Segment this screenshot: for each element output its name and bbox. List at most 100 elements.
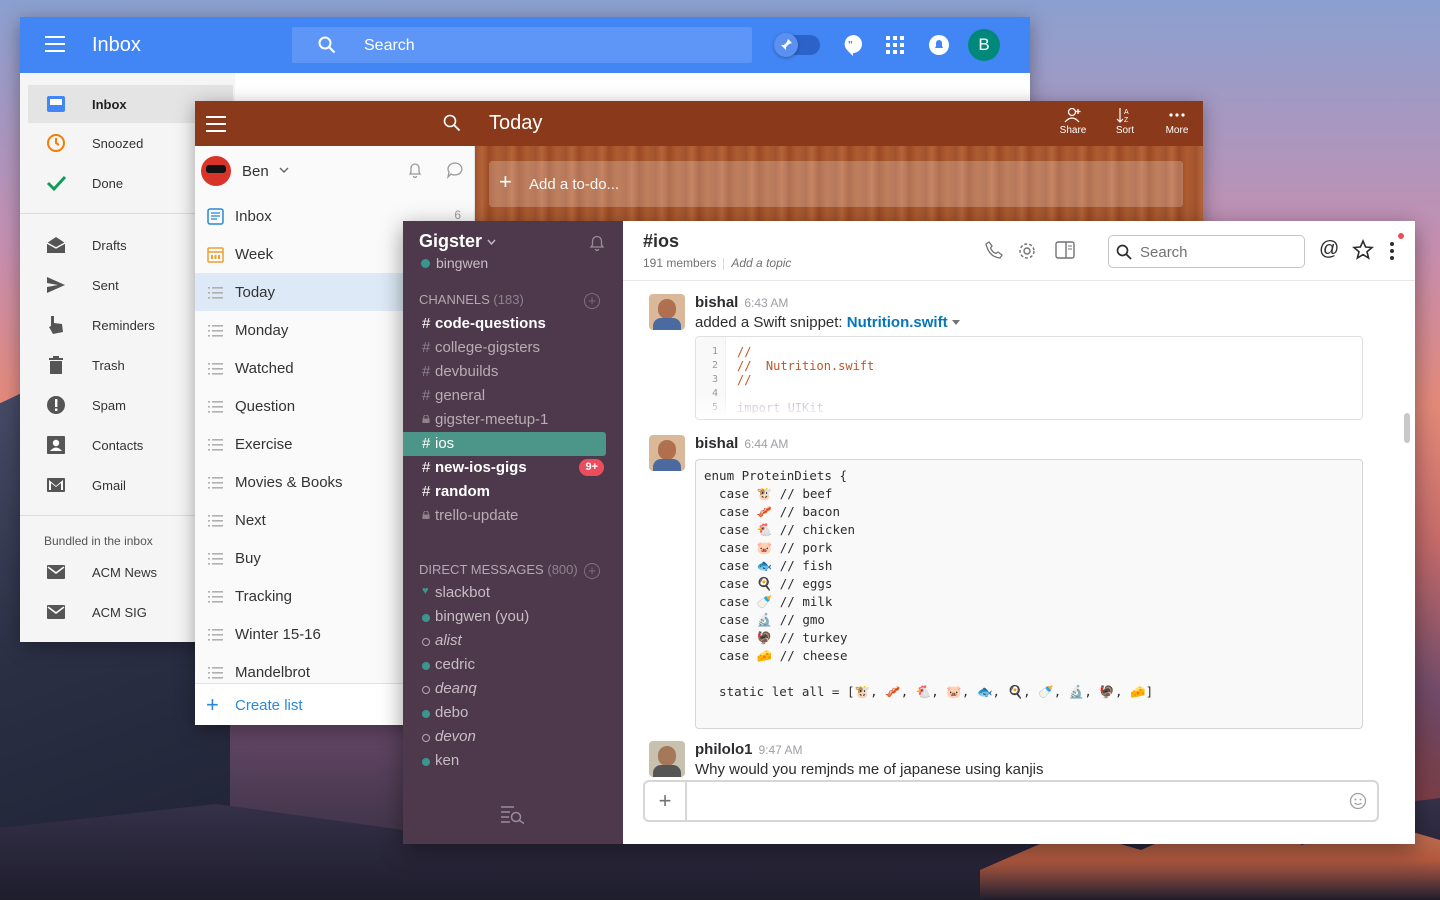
chevron-down-icon [487,239,496,246]
channel-item-gigster-meetup-1[interactable]: gigster-meetup-1 [403,408,606,432]
message-author[interactable]: philolo1 9:47 AM [695,741,803,758]
dm-heading[interactable]: DIRECT MESSAGES (800) [419,562,578,577]
message-author[interactable]: bishal 6:43 AM [695,294,788,311]
channel-item-college-gigsters[interactable]: # college-gigsters [403,336,606,360]
star-icon[interactable] [1352,239,1374,261]
dm-item-debo[interactable]: debo [403,701,623,725]
bell-icon[interactable] [588,234,606,252]
scrollbar-thumb[interactable] [1404,413,1410,443]
member-count[interactable]: 191 members [643,256,716,270]
attach-plus-icon[interactable]: + [645,782,687,820]
channel-item-ios[interactable]: # ios [403,432,606,456]
channel-item-devbuilds[interactable]: # devbuilds [403,360,606,384]
reminder-hand-icon [49,316,63,334]
more-button[interactable]: More [1157,107,1197,136]
add-topic-link[interactable]: Add a topic [731,256,791,270]
dm-name: debo [435,704,469,721]
pin-icon [774,33,798,57]
apps-grid-icon[interactable] [886,36,904,54]
message-scrollbar[interactable] [1403,287,1411,777]
mentions-at-icon[interactable]: @ [1319,238,1339,261]
account-avatar[interactable]: B [968,29,1000,61]
add-todo-input[interactable]: + Add a to-do... [489,161,1183,207]
channel-name: trello-update [435,507,519,524]
more-vertical-icon[interactable] [1389,241,1395,261]
gmail-icon [47,478,65,492]
bell-icon[interactable] [406,161,424,179]
channel-name: college-gigsters [435,339,541,356]
feedback-quote-icon[interactable]: " [842,33,864,57]
author-name[interactable]: bishal [695,435,738,452]
avatar[interactable] [649,294,685,330]
author-name[interactable]: philolo1 [695,741,753,758]
emoji-icon[interactable] [1349,792,1367,810]
slack-sidebar: Gigster bingwen CHANNELS (183) + # code-q… [403,221,623,844]
presence-dot [422,614,430,622]
list-label: Buy [235,550,261,567]
channel-item-new-ios-gigs[interactable]: # new-ios-gigs 9+ [403,456,606,480]
dm-item-cedric[interactable]: cedric [403,653,623,677]
search-bar[interactable]: Search [292,27,752,63]
dm-name: bingwen (you) [435,608,530,625]
settings-gear-icon[interactable] [1017,241,1037,261]
dm-item-devon[interactable]: devon [403,725,623,749]
list-icon [208,553,223,565]
message-input[interactable]: + [643,780,1379,822]
pinned-toggle[interactable] [774,33,820,57]
dm-item-deanq[interactable]: deanq [403,677,623,701]
dm-item-ken[interactable]: ken [403,749,623,773]
dm-count: (800) [547,562,578,577]
hamburger-menu-icon[interactable] [206,116,226,137]
dm-item-slackbot[interactable]: ♥ slackbot [403,581,623,605]
message-time[interactable]: 6:44 AM [744,437,788,451]
contacts-icon [47,436,65,454]
search-input[interactable]: Search [1108,235,1305,268]
line-number: 3 [711,374,718,385]
toggle-details-pane-icon[interactable] [1055,241,1075,259]
sort-button[interactable]: AZ Sort [1105,107,1145,136]
dm-item-alist[interactable]: alist [403,629,623,653]
code-snippet[interactable]: 1//2// Nutrition.swift3//45import UIKit [695,336,1363,420]
sort-label: Sort [1115,125,1135,136]
add-channel-icon[interactable]: + [584,293,600,309]
channels-heading[interactable]: CHANNELS (183) [419,292,524,307]
hash-icon: # [422,435,431,452]
avatar[interactable] [649,435,685,471]
quick-switcher-search-icon[interactable] [500,804,526,824]
message-text: Why would you remjnds me of japanese usi… [695,761,1044,777]
notifications-bell-icon[interactable] [928,34,950,56]
code-line: case 🐷 // pork [704,540,833,555]
conversations-bubble-icon[interactable] [446,161,464,179]
search-icon[interactable] [443,114,461,132]
snippet-line: // [737,345,752,359]
dm-item-bingwen-you[interactable]: bingwen (you) [403,605,623,629]
channel-name: new-ios-gigs [435,459,527,476]
add-dm-icon[interactable]: + [584,563,600,579]
caret-down-icon[interactable] [951,320,960,326]
phone-call-icon[interactable] [985,241,1003,259]
message-time[interactable]: 6:43 AM [744,296,788,310]
channel-name: gigster-meetup-1 [435,411,549,428]
list-icon [208,363,223,375]
more-label: More [1165,125,1189,136]
user-row[interactable]: Ben [195,146,475,196]
code-line: case 🐮 // beef [704,486,833,501]
list-icon [208,439,223,451]
list-icon [208,325,223,337]
list-count: 6 [454,208,461,222]
channel-item-general[interactable]: # general [403,384,606,408]
snippet-link[interactable]: Nutrition.swift [847,314,948,331]
author-name[interactable]: bishal [695,294,738,311]
hamburger-menu-icon[interactable] [45,36,65,54]
message-time[interactable]: 9:47 AM [759,743,803,757]
team-switcher[interactable]: Gigster [419,231,496,252]
channel-item-random[interactable]: # random [403,480,606,504]
mail-bundle-icon [47,605,65,619]
channel-item-code-questions[interactable]: # code-questions [403,312,606,336]
avatar[interactable] [649,741,685,777]
message-author[interactable]: bishal 6:44 AM [695,435,788,452]
presence-dot [422,662,430,670]
share-button[interactable]: Share [1053,107,1093,136]
channel-name[interactable]: #ios [643,231,679,252]
channel-item-trello-update[interactable]: trello-update [403,504,606,528]
